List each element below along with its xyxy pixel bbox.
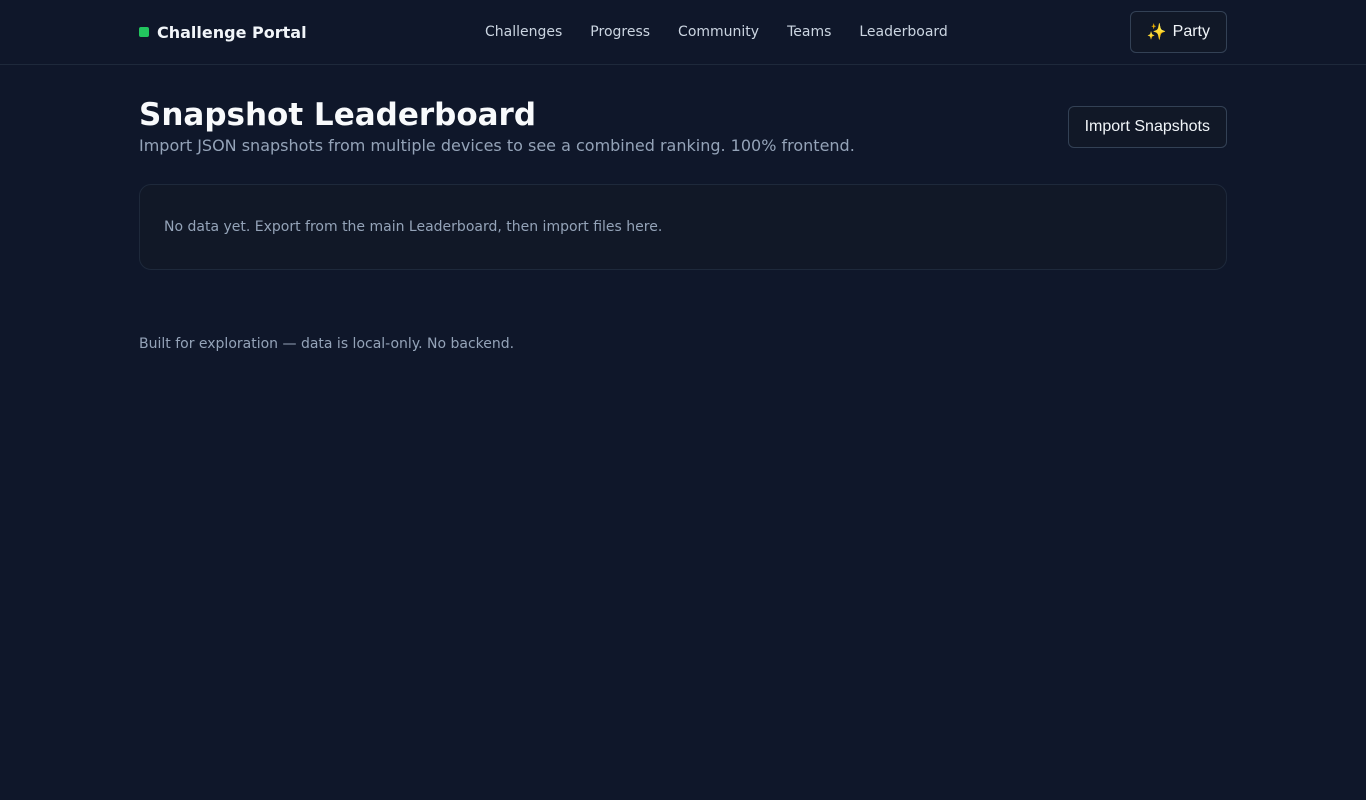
- top-navigation-inner: Challenge Portal Challenges Progress Com…: [139, 0, 1227, 64]
- nav-link-community[interactable]: Community: [678, 24, 759, 40]
- page-title: Snapshot Leaderboard: [139, 97, 537, 133]
- brand-logo-icon: [139, 27, 149, 37]
- nav-link-progress[interactable]: Progress: [590, 24, 650, 40]
- nav-link-teams[interactable]: Teams: [787, 24, 831, 40]
- empty-state-card: No data yet. Export from the main Leader…: [139, 184, 1227, 270]
- page-header: Snapshot Leaderboard Import JSON snapsho…: [139, 97, 1227, 157]
- page-subtitle: Import JSON snapshots from multiple devi…: [139, 136, 855, 155]
- footer-text: Built for exploration — data is local-on…: [139, 336, 515, 352]
- page-heading-group: Snapshot Leaderboard Import JSON snapsho…: [139, 97, 855, 157]
- empty-state-message: No data yet. Export from the main Leader…: [164, 219, 663, 235]
- main-nav: Challenges Progress Community Teams Lead…: [485, 0, 948, 64]
- party-button-label: Party: [1172, 23, 1210, 40]
- nav-link-challenges[interactable]: Challenges: [485, 24, 562, 40]
- top-navigation-bar: Challenge Portal Challenges Progress Com…: [0, 0, 1366, 65]
- import-snapshots-button[interactable]: Import Snapshots: [1067, 106, 1227, 148]
- sparkles-icon: ✨: [1146, 24, 1167, 41]
- main-content: Snapshot Leaderboard Import JSON snapsho…: [139, 97, 1227, 352]
- nav-link-leaderboard[interactable]: Leaderboard: [859, 24, 947, 40]
- brand[interactable]: Challenge Portal: [139, 23, 307, 42]
- brand-name: Challenge Portal: [157, 22, 307, 42]
- party-button[interactable]: ✨ Party: [1129, 11, 1227, 53]
